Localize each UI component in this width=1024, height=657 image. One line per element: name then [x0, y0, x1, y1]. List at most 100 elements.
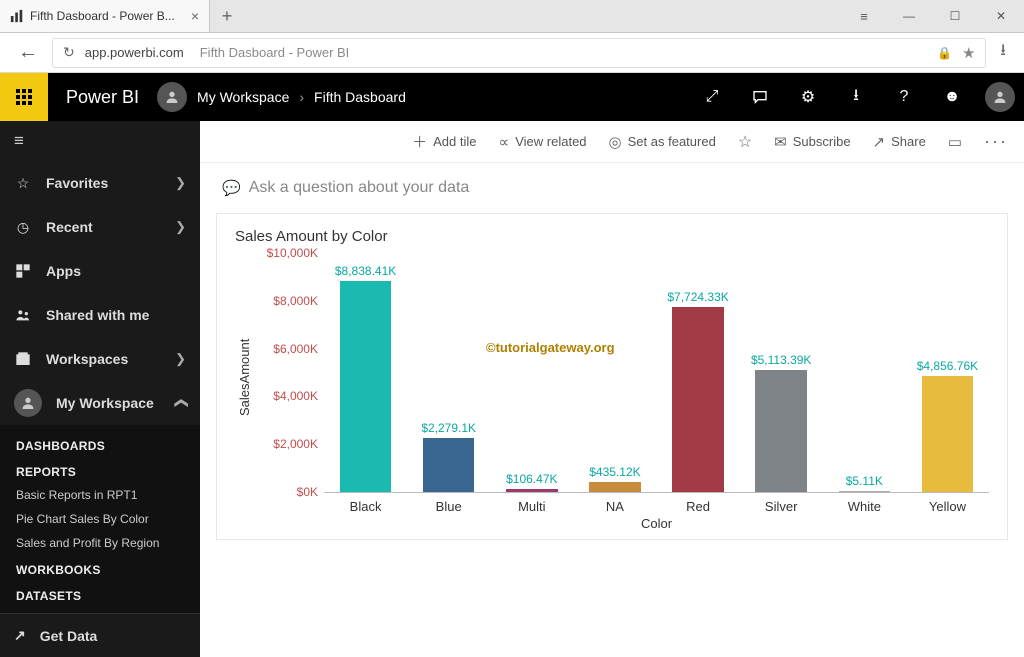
set-featured-button[interactable]: ◎Set as featured — [599, 121, 726, 163]
bar[interactable] — [922, 376, 974, 492]
data-label: $8,838.41K — [335, 264, 396, 278]
comments-button[interactable] — [736, 73, 784, 121]
star-outline-icon: ☆ — [14, 175, 32, 192]
tree-heading-dashboards[interactable]: DASHBOARDS — [0, 431, 200, 457]
plus-icon: ＋ — [412, 131, 427, 152]
add-tile-button[interactable]: ＋Add tile — [402, 121, 486, 163]
y-tick: $4,000K — [273, 389, 318, 403]
qna-placeholder: Ask a question about your data — [249, 179, 470, 197]
new-tab-button[interactable]: + — [210, 0, 244, 32]
y-tick: $2,000K — [273, 437, 318, 451]
y-tick: $6,000K — [273, 342, 318, 356]
sidebar-item-apps[interactable]: Apps — [0, 249, 200, 293]
tree-item[interactable]: Basic Reports in RPT1 — [0, 483, 200, 507]
bar[interactable] — [589, 482, 641, 492]
close-tab-icon[interactable]: × — [191, 8, 199, 24]
data-label: $435.12K — [589, 465, 640, 479]
x-tick: Red — [657, 493, 740, 514]
x-tick: Black — [324, 493, 407, 514]
bar[interactable] — [506, 489, 558, 492]
data-label: $106.47K — [506, 472, 557, 486]
get-data-label: Get Data — [40, 628, 98, 644]
favorite-star-icon[interactable]: ★ — [962, 44, 975, 62]
ellipsis-icon: ··· — [984, 131, 1008, 152]
fullscreen-button[interactable]: ⤢ — [688, 73, 736, 121]
chevron-right-icon: ❯ — [175, 219, 186, 235]
help-button[interactable]: ? — [880, 73, 928, 121]
apps-icon — [14, 263, 32, 279]
minimize-button[interactable]: — — [886, 0, 932, 32]
brand-label: Power BI — [48, 87, 157, 108]
subscribe-button[interactable]: ✉Subscribe — [764, 121, 860, 163]
bar-column: $5,113.39K — [740, 253, 823, 492]
maximize-button[interactable]: ☐ — [932, 0, 978, 32]
tree-heading-workbooks[interactable]: WORKBOOKS — [0, 555, 200, 581]
view-related-button[interactable]: ∝View related — [489, 121, 597, 163]
download-button[interactable]: ⭳ — [832, 73, 880, 121]
chart-tile[interactable]: Sales Amount by Color SalesAmount $0K$2,… — [216, 213, 1008, 540]
sidebar-label: Favorites — [46, 175, 161, 191]
sidebar-item-recent[interactable]: ◷ Recent ❯ — [0, 205, 200, 249]
settings-button[interactable]: ⚙ — [784, 73, 832, 121]
display-mode-button[interactable]: ▭ — [938, 121, 972, 163]
bar[interactable] — [340, 281, 392, 492]
tree-heading-datasets[interactable]: DATASETS — [0, 581, 200, 607]
window-controls: ≡ — ☐ ✕ — [840, 0, 1024, 32]
user-avatar-icon — [14, 389, 42, 417]
more-options-button[interactable]: ··· — [974, 121, 1018, 163]
x-tick: NA — [573, 493, 656, 514]
refresh-icon[interactable]: ↻ — [63, 44, 75, 61]
browser-tabs: Fifth Dasboard - Power B... × + ≡ — ☐ ✕ — [0, 0, 1024, 33]
dashboard-toolbar: ＋Add tile ∝View related ◎Set as featured… — [200, 121, 1024, 163]
tree-item[interactable]: Pie Chart Sales By Color — [0, 507, 200, 531]
download-icon[interactable]: ⭳ — [1000, 39, 1006, 66]
chevron-up-icon: ❯ — [173, 398, 189, 409]
url-box[interactable]: ↻ app.powerbi.com Fifth Dasboard - Power… — [52, 38, 986, 68]
chevron-right-icon: ❯ — [175, 175, 186, 191]
bar[interactable] — [423, 438, 475, 492]
workspace-tree: DASHBOARDS REPORTS Basic Reports in RPT1… — [0, 425, 200, 613]
tree-heading-reports[interactable]: REPORTS — [0, 457, 200, 483]
share-button[interactable]: ↗Share — [863, 121, 936, 163]
x-axis-label: Color — [324, 516, 989, 531]
url-host: app.powerbi.com — [85, 45, 184, 60]
sidebar-item-my-workspace[interactable]: My Workspace ❯ — [0, 381, 200, 425]
data-label: $5,113.39K — [751, 353, 812, 367]
tree-item[interactable]: Sales and Profit By Region — [0, 531, 200, 555]
app-launcher-button[interactable] — [0, 73, 48, 121]
sidebar-item-workspaces[interactable]: Workspaces ❯ — [0, 337, 200, 381]
get-data-button[interactable]: ↗ Get Data — [0, 613, 200, 657]
tab-title: Fifth Dasboard - Power B... — [30, 9, 185, 23]
back-button[interactable]: ← — [18, 41, 38, 64]
sidebar-item-shared[interactable]: Shared with me — [0, 293, 200, 337]
sidebar-label: Apps — [46, 263, 186, 279]
browser-tab[interactable]: Fifth Dasboard - Power B... × — [0, 0, 210, 32]
bar-column: $5.11K — [823, 253, 906, 492]
hamburger-button[interactable]: ≡ — [0, 121, 200, 161]
bar[interactable] — [755, 370, 807, 492]
data-label: $4,856.76K — [917, 359, 978, 373]
bar[interactable] — [672, 307, 724, 492]
breadcrumb-item[interactable]: Fifth Dasboard — [314, 89, 406, 105]
breadcrumb: My Workspace › Fifth Dasboard — [197, 89, 406, 105]
y-tick: $10,000K — [267, 246, 318, 260]
sidebar-item-favorites[interactable]: ☆ Favorites ❯ — [0, 161, 200, 205]
qna-input[interactable]: 💬 Ask a question about your data — [200, 163, 1024, 207]
y-tick: $8,000K — [273, 294, 318, 308]
favorite-button[interactable]: ☆ — [728, 121, 762, 163]
chevron-right-icon: › — [299, 89, 304, 105]
sidebar-label: Workspaces — [46, 351, 161, 367]
profile-button[interactable] — [976, 73, 1024, 121]
share-icon: ↗ — [873, 133, 886, 151]
lock-icon[interactable]: 🔒 — [937, 46, 952, 60]
close-window-button[interactable]: ✕ — [978, 0, 1024, 32]
browser-menu-icon[interactable]: ≡ — [840, 0, 886, 32]
featured-icon: ◎ — [609, 133, 622, 151]
bar[interactable] — [839, 491, 891, 492]
breadcrumb-item[interactable]: My Workspace — [197, 89, 289, 105]
x-tick: Silver — [740, 493, 823, 514]
x-tick: Yellow — [906, 493, 989, 514]
feedback-button[interactable]: ☻ — [928, 73, 976, 121]
bar-column: $8,838.41K — [324, 253, 407, 492]
bar-column: $7,724.33K — [657, 253, 740, 492]
